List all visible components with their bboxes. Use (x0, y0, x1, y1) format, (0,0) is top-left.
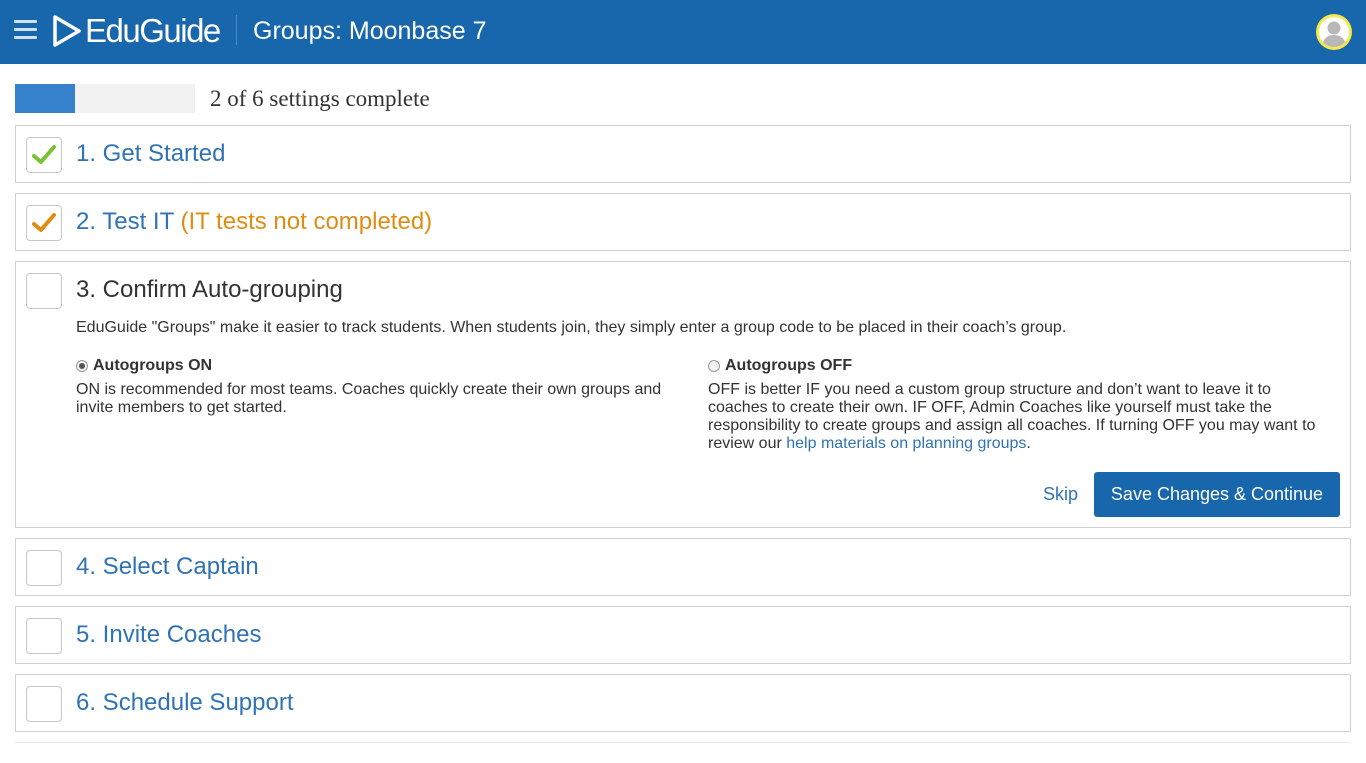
orange-check-icon (32, 213, 56, 232)
autogroups-on-radio-label[interactable]: Autogroups ON (76, 357, 666, 375)
step-get-started[interactable]: 1. Get Started (15, 125, 1351, 183)
step-test-it[interactable]: 2. Test IT (IT tests not completed) (15, 193, 1351, 251)
step-invite-coaches[interactable]: 5. Invite Coaches (15, 606, 1351, 664)
step-title: 3. Confirm Auto-grouping (76, 276, 343, 303)
step-status-checkbox (26, 205, 62, 241)
bottom-divider (15, 742, 1351, 743)
step-title: 6. Schedule Support (76, 689, 294, 716)
skip-link[interactable]: Skip (1043, 483, 1078, 505)
step-schedule-support[interactable]: 6. Schedule Support (15, 674, 1351, 732)
autogroups-off-radio[interactable] (708, 360, 720, 372)
step-select-captain[interactable]: 4. Select Captain (15, 538, 1351, 596)
step-title: 4. Select Captain (76, 553, 259, 580)
step-status-checkbox (26, 618, 62, 654)
top-navigation-bar: EduGuide Groups: Moonbase 7 (0, 0, 1366, 64)
page-title: Groups: Moonbase 7 (253, 17, 487, 45)
settings-progress-bar (15, 84, 195, 113)
step-status-checkbox (26, 137, 62, 173)
step-status-checkbox (26, 550, 62, 586)
option-autogroups-on: Autogroups ON ON is recommended for most… (76, 357, 666, 417)
play-arrow-logo-icon (53, 15, 81, 47)
save-changes-continue-button[interactable]: Save Changes & Continue (1094, 472, 1340, 517)
hamburger-menu-icon[interactable] (14, 20, 37, 40)
step-title: 2. Test IT (IT tests not completed) (76, 206, 432, 238)
step-status-checkbox (26, 273, 62, 309)
green-check-icon (32, 145, 56, 164)
option-autogroups-off: Autogroups OFF OFF is better IF you need… (708, 357, 1318, 453)
step-title: 1. Get Started (76, 140, 226, 167)
step-status-checkbox (26, 686, 62, 722)
user-avatar-icon[interactable] (1316, 14, 1352, 50)
step-confirm-auto-grouping: 3. Confirm Auto-grouping EduGuide "Group… (15, 261, 1351, 528)
header-divider (236, 15, 237, 45)
eduguide-logo[interactable]: EduGuide (52, 12, 221, 50)
logo-text: EduGuide (85, 12, 221, 49)
progress-label: 2 of 6 settings complete (210, 86, 430, 111)
autogroups-on-description: ON is recommended for most teams. Coache… (76, 381, 662, 416)
step-title: 5. Invite Coaches (76, 621, 262, 648)
progress-bar-fill (15, 84, 75, 113)
autogroups-off-description: OFF is better IF you need a custom group… (708, 381, 1316, 452)
step-description: EduGuide "Groups" make it easier to trac… (76, 319, 1067, 336)
autogroups-off-radio-label[interactable]: Autogroups OFF (708, 357, 1318, 375)
step-title-text: 2. Test IT (76, 208, 174, 235)
step-warning-note: (IT tests not completed) (180, 208, 433, 235)
autogroups-on-radio[interactable] (76, 360, 88, 372)
help-materials-link[interactable]: help materials on planning groups (786, 435, 1026, 452)
